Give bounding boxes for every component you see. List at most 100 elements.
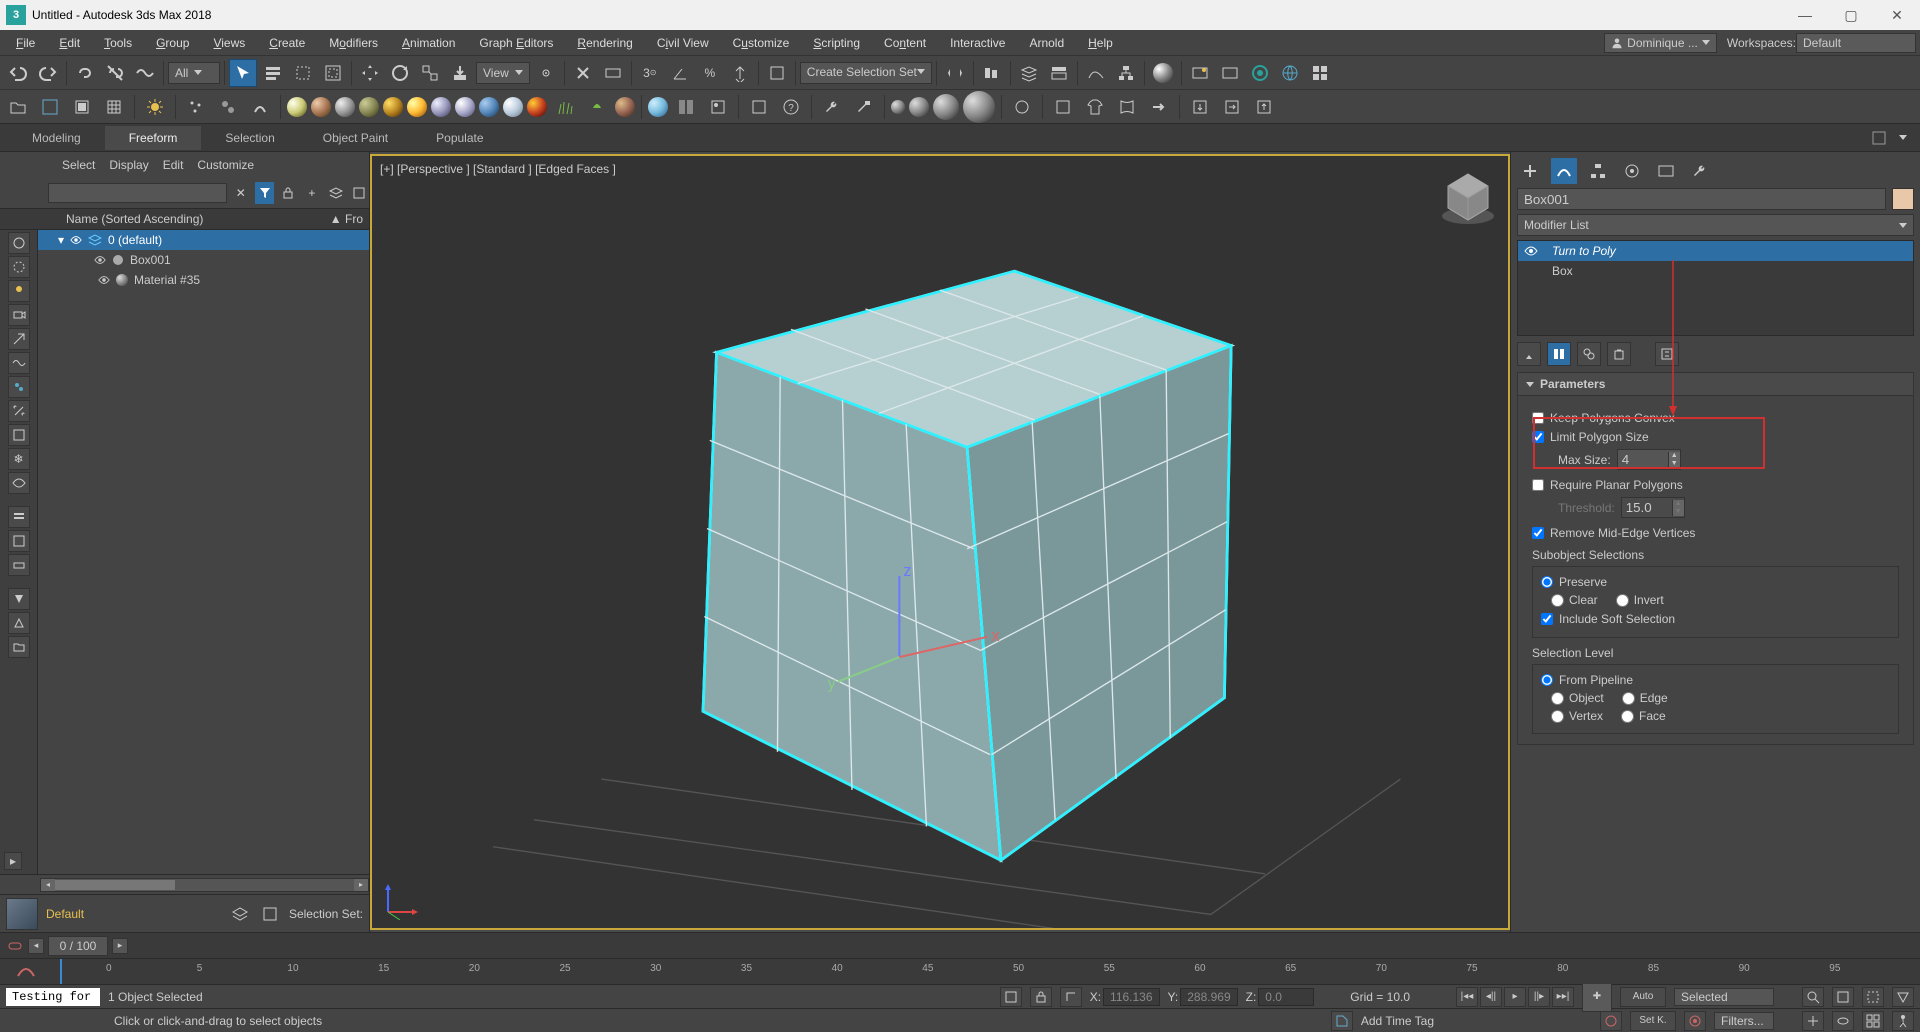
mat-gold-icon[interactable]: [383, 97, 403, 117]
flyout1-button[interactable]: [745, 93, 773, 121]
snap-percent-button[interactable]: %: [696, 59, 724, 87]
move-button[interactable]: [356, 59, 384, 87]
timeline[interactable]: 0510152025303540455055606570758085909510…: [0, 958, 1920, 984]
extra1-button[interactable]: [1008, 93, 1036, 121]
object-color-swatch[interactable]: [1892, 188, 1914, 210]
key-filter-select[interactable]: Selected: [1674, 988, 1774, 1006]
export2-button[interactable]: [1218, 93, 1246, 121]
menu-create[interactable]: Create: [257, 33, 317, 53]
undo-button[interactable]: [4, 59, 32, 87]
key-target-icon[interactable]: [1600, 1011, 1622, 1031]
scene-add-icon[interactable]: +: [302, 182, 322, 204]
scene-layers-icon[interactable]: [326, 182, 346, 204]
menu-views[interactable]: Views: [201, 33, 257, 53]
scene-menu-select[interactable]: Select: [62, 158, 95, 172]
tree-icon[interactable]: [583, 93, 611, 121]
modifier-stack[interactable]: Turn to Poly Box: [1517, 240, 1914, 336]
key-mode-button[interactable]: ✚: [1582, 982, 1612, 1012]
wrench-icon[interactable]: [818, 93, 846, 121]
filter-light-icon[interactable]: [8, 280, 30, 302]
stack-row-turntopoly[interactable]: Turn to Poly: [1518, 241, 1913, 261]
play-button[interactable]: ▸: [1504, 987, 1526, 1007]
manipulate-button[interactable]: [569, 59, 597, 87]
tshirt-icon[interactable]: [1081, 93, 1109, 121]
frame-indicator[interactable]: 0 / 100: [48, 936, 108, 956]
menu-modifiers[interactable]: Modifiers: [317, 33, 390, 53]
workspace-select[interactable]: Default: [1796, 33, 1916, 53]
scene-search-input[interactable]: [48, 183, 227, 203]
scene-header[interactable]: Name (Sorted Ascending) ▲ Fro: [0, 208, 369, 230]
mat-fire-icon[interactable]: [527, 97, 547, 117]
menu-grapheditors[interactable]: Graph Editors: [467, 33, 565, 53]
walk-button[interactable]: [1892, 1011, 1914, 1031]
layer-props-icon[interactable]: [259, 903, 281, 925]
zoom-button[interactable]: [1802, 987, 1824, 1007]
utilities-tab[interactable]: [1687, 158, 1713, 184]
menu-tools[interactable]: Tools: [92, 33, 144, 53]
prev-frame-button[interactable]: ◂||: [1480, 987, 1502, 1007]
tree-row-material35[interactable]: Material #35: [38, 270, 369, 290]
help-button[interactable]: ?: [777, 93, 805, 121]
ref-coord-select[interactable]: View: [476, 62, 530, 84]
menu-content[interactable]: Content: [872, 33, 938, 53]
zoom-region-button[interactable]: [1862, 987, 1884, 1007]
next-frame-button[interactable]: ||▸: [1528, 987, 1550, 1007]
filter-all-icon[interactable]: [8, 588, 30, 610]
coord-x[interactable]: 116.136: [1103, 988, 1160, 1006]
isolate-icon[interactable]: [1000, 987, 1022, 1007]
file-open-button[interactable]: [4, 93, 32, 121]
mat-gray-icon[interactable]: [335, 97, 355, 117]
filter-hidden-icon[interactable]: [8, 472, 30, 494]
particle-button[interactable]: [182, 93, 210, 121]
time-tag-icon[interactable]: [1331, 1011, 1353, 1031]
filter-spacewarp-icon[interactable]: [8, 352, 30, 374]
pivot-button[interactable]: [532, 59, 560, 87]
include-soft-checkbox[interactable]: Include Soft Selection: [1541, 612, 1890, 626]
auto-key-button[interactable]: Auto: [1620, 987, 1666, 1007]
add-time-tag[interactable]: Add Time Tag: [1361, 1014, 1434, 1028]
preserve-radio[interactable]: Preserve: [1541, 575, 1890, 589]
mat-chrome-icon[interactable]: [455, 97, 475, 117]
remove-modifier-button[interactable]: [1607, 342, 1631, 366]
modify-tab[interactable]: [1551, 158, 1577, 184]
sphere-lg-icon[interactable]: [933, 94, 959, 120]
filter-none-icon[interactable]: [8, 612, 30, 634]
timeline-curve-icon[interactable]: [16, 962, 46, 982]
select-region-window-button[interactable]: [319, 59, 347, 87]
select-name-button[interactable]: [259, 59, 287, 87]
viewport[interactable]: [+] [Perspective ] [Standard ] [Edged Fa…: [370, 154, 1510, 930]
menu-civilview[interactable]: Civil View: [645, 33, 721, 53]
mat-blue-icon[interactable]: [479, 97, 499, 117]
keyboard-shortcut-button[interactable]: [599, 59, 627, 87]
tab-modeling[interactable]: Modeling: [8, 126, 105, 150]
dynamics-button[interactable]: [214, 93, 242, 121]
render-setup-button[interactable]: [1186, 59, 1214, 87]
filter-bone-icon[interactable]: [8, 400, 30, 422]
layer-stack-icon[interactable]: [229, 903, 251, 925]
mat-yellow-icon[interactable]: [287, 97, 307, 117]
environment-button[interactable]: [704, 93, 732, 121]
export3-button[interactable]: [1250, 93, 1278, 121]
tree-row-default[interactable]: ▾ 0 (default): [38, 230, 369, 250]
scene-filter-icon[interactable]: [255, 182, 275, 204]
max-size-spinner[interactable]: Max Size: ▲▼: [1558, 449, 1899, 470]
menu-scripting[interactable]: Scripting: [801, 33, 872, 53]
redo-button[interactable]: [34, 59, 62, 87]
filter-container-icon[interactable]: [8, 424, 30, 446]
filter-list-icon[interactable]: [8, 506, 30, 528]
require-planar-checkbox[interactable]: Require Planar Polygons: [1532, 478, 1899, 492]
ribbon-expand-icon[interactable]: [1894, 129, 1912, 147]
configure-sets-button[interactable]: [1655, 342, 1679, 366]
invert-radio[interactable]: Invert: [1616, 593, 1664, 607]
modifier-list-dropdown[interactable]: Modifier List: [1517, 214, 1914, 236]
unlink-button[interactable]: [101, 59, 129, 87]
material-editor-button[interactable]: [1149, 59, 1177, 87]
massfx-button[interactable]: [246, 93, 274, 121]
maximize-button[interactable]: ▢: [1828, 0, 1874, 30]
grass-icon[interactable]: [551, 93, 579, 121]
arrow-right-icon[interactable]: [1145, 93, 1173, 121]
filter-extra1-icon[interactable]: [8, 554, 30, 576]
render-online-button[interactable]: [1276, 59, 1304, 87]
tree-collapse-button[interactable]: ▸: [4, 852, 22, 870]
layer-swatch[interactable]: [6, 898, 38, 930]
